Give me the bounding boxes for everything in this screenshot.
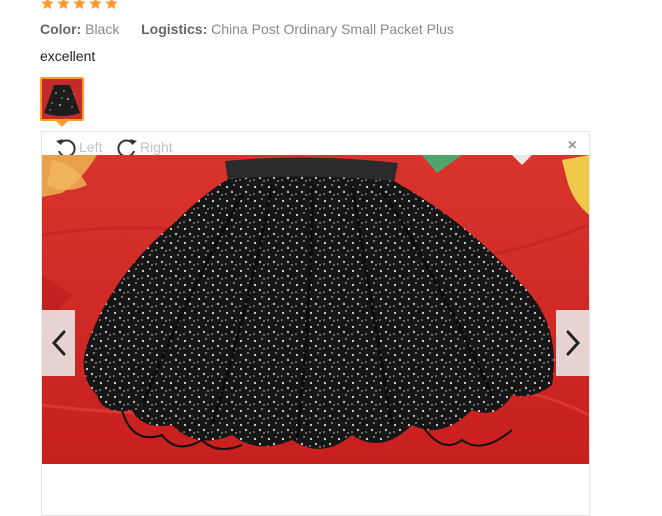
- logistics-label: Logistics:: [141, 21, 208, 37]
- previous-image-button[interactable]: [42, 310, 75, 376]
- thumbnail-caret: [56, 121, 68, 127]
- close-button[interactable]: ×: [568, 138, 577, 154]
- star-icon: [73, 0, 86, 10]
- rotate-right-label: Right: [140, 139, 173, 155]
- star-icon: [89, 0, 102, 10]
- logistics-value: China Post Ordinary Small Packet Plus: [211, 21, 454, 37]
- star-icon: [41, 0, 54, 10]
- chevron-left-icon: [51, 330, 65, 356]
- star-icon: [57, 0, 70, 10]
- review-image-thumbnail[interactable]: [40, 77, 84, 121]
- chevron-right-icon: [566, 330, 580, 356]
- rating-stars: [40, 0, 119, 12]
- review-photo: [42, 155, 589, 464]
- image-viewer: Left Right ×: [41, 131, 590, 516]
- skirt-photo-image: [42, 155, 589, 464]
- rotate-left-label: Left: [79, 139, 103, 155]
- skirt-thumbnail-image: [42, 79, 82, 119]
- review-meta: Color: Black Logistics: China Post Ordin…: [40, 21, 454, 37]
- color-value: Black: [85, 21, 120, 37]
- next-image-button[interactable]: [556, 310, 589, 376]
- review-text: excellent: [40, 48, 96, 64]
- star-icon: [105, 0, 118, 10]
- color-label: Color:: [40, 21, 82, 37]
